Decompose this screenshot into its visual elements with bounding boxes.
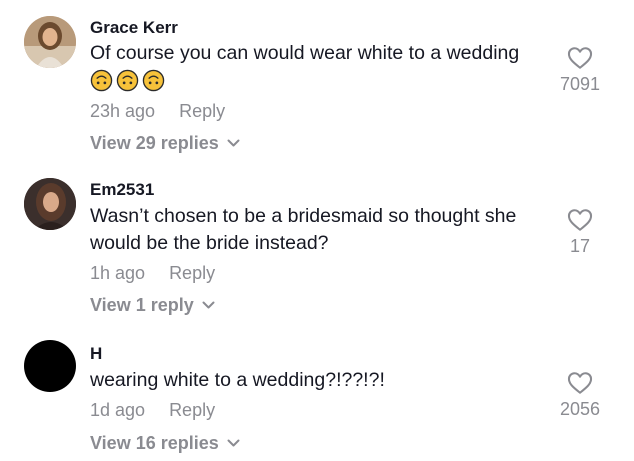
- comment-timestamp: 1d ago: [90, 400, 146, 420]
- like-button[interactable]: 2056: [552, 371, 608, 420]
- comment-meta: 23h ago Reply: [90, 101, 225, 122]
- heart-icon: [567, 209, 593, 231]
- upside-down-face-icon: [90, 69, 113, 92]
- like-count: 17: [569, 236, 591, 256]
- view-replies-label: View 1 reply: [90, 295, 194, 315]
- view-replies-button[interactable]: View 1 reply: [90, 295, 215, 316]
- comment-text-content: Of course you can would wear white to a …: [90, 42, 520, 64]
- comment-username[interactable]: Em2531: [90, 180, 154, 200]
- heart-icon: [567, 372, 593, 394]
- comment-username[interactable]: Grace Kerr: [90, 18, 178, 38]
- comment-timestamp: 1h ago: [90, 263, 146, 283]
- comment-text: Of course you can would wear white to a …: [90, 40, 560, 94]
- comment-text: wearing white to a wedding?!??!?!: [90, 369, 385, 391]
- upside-down-face-icon: [142, 69, 165, 92]
- view-replies-label: View 29 replies: [90, 133, 219, 153]
- chevron-down-icon: [227, 439, 240, 447]
- reply-button[interactable]: Reply: [169, 400, 215, 420]
- comment-username[interactable]: H: [90, 344, 102, 364]
- upside-down-face-icon: [116, 69, 139, 92]
- chevron-down-icon: [227, 139, 240, 147]
- comment-timestamp: 23h ago: [90, 101, 156, 121]
- avatar[interactable]: [24, 178, 76, 230]
- like-button[interactable]: 17: [552, 208, 608, 257]
- avatar[interactable]: [24, 340, 76, 392]
- reply-button[interactable]: Reply: [179, 101, 225, 121]
- comment-meta: 1d ago Reply: [90, 400, 215, 421]
- view-replies-button[interactable]: View 29 replies: [90, 133, 240, 154]
- view-replies-label: View 16 replies: [90, 433, 219, 453]
- view-replies-button[interactable]: View 16 replies: [90, 433, 240, 454]
- comment-text: Wasn’t chosen to be a bridesmaid so thou…: [90, 205, 517, 254]
- like-count: 2056: [559, 399, 601, 419]
- chevron-down-icon: [202, 301, 215, 309]
- like-button[interactable]: 7091: [552, 46, 608, 95]
- reply-button[interactable]: Reply: [169, 263, 215, 283]
- comment-meta: 1h ago Reply: [90, 263, 215, 284]
- heart-icon: [567, 47, 593, 69]
- avatar[interactable]: [24, 16, 76, 68]
- like-count: 7091: [559, 74, 601, 94]
